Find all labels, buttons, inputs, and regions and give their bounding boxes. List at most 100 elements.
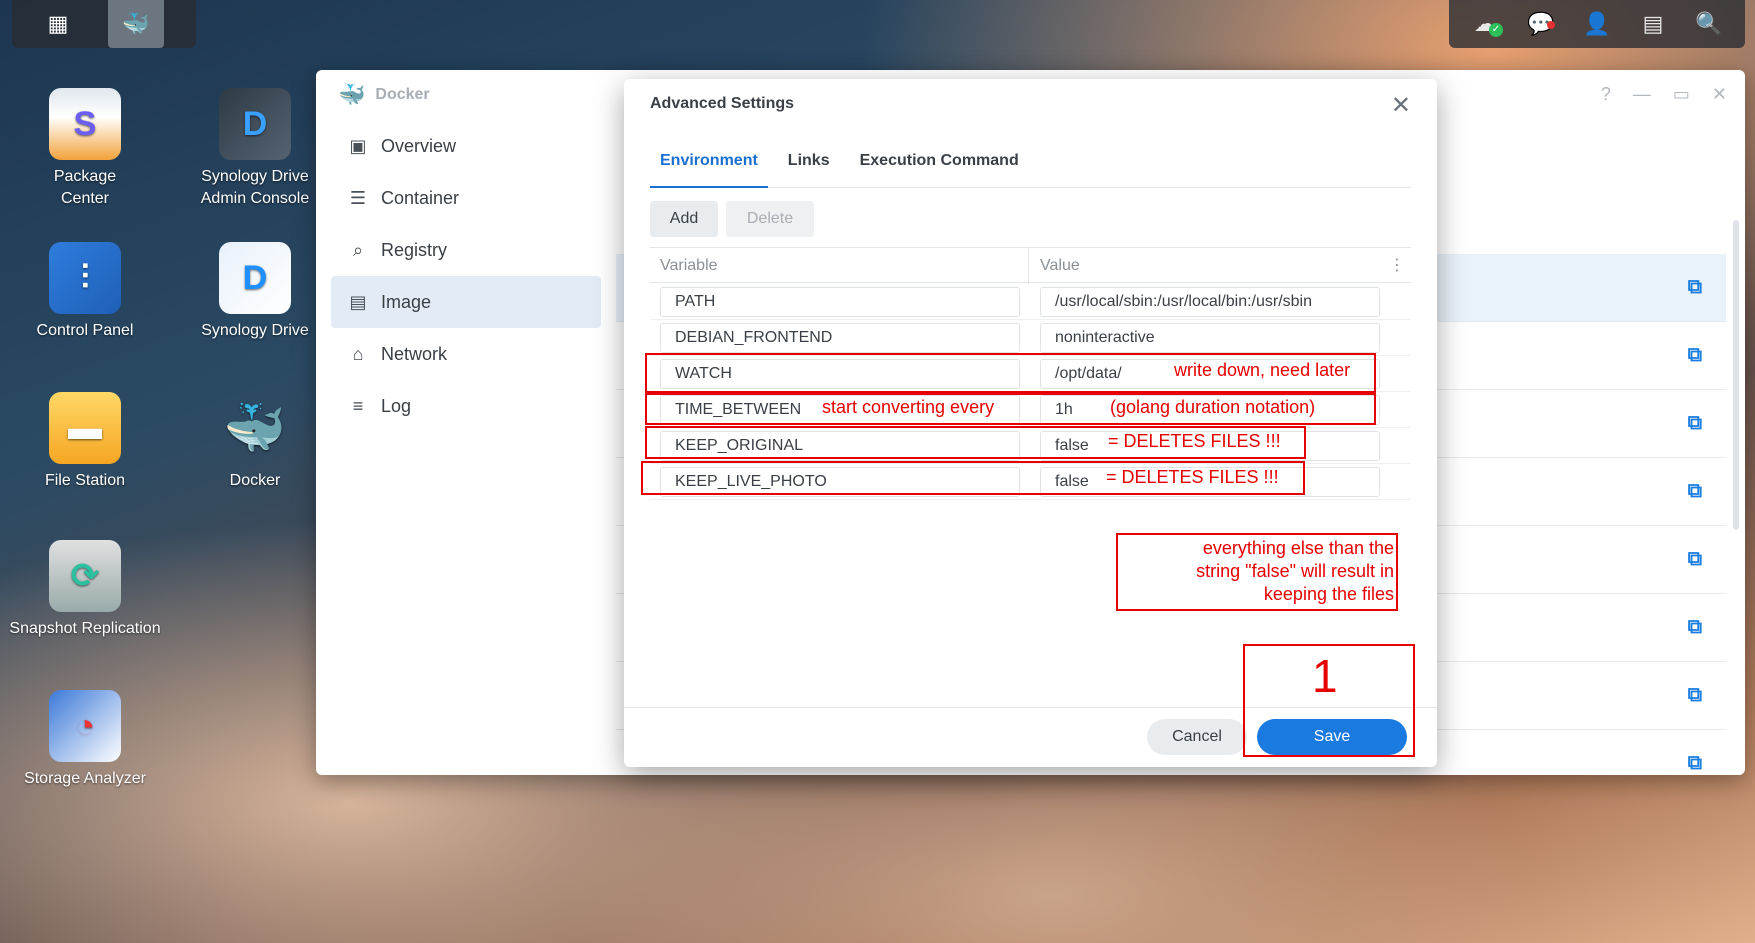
variable-field[interactable]: DEBIAN_FRONTEND xyxy=(660,323,1020,353)
desktop-icon-label: Docker xyxy=(229,472,281,489)
grid-header: Variable Value ⋮ xyxy=(650,247,1411,284)
annotation-keep-live-photo: = DELETES FILES !!! xyxy=(1106,467,1279,487)
sidebar-item-label: Overview xyxy=(381,135,457,156)
chat-icon[interactable]: 💬 xyxy=(1521,11,1561,37)
tab-environment[interactable]: Environment xyxy=(650,151,768,188)
storage-analyzer-icon: ◔ xyxy=(49,690,121,762)
docker-icon: 🐳 xyxy=(338,82,366,107)
search-icon[interactable]: 🔍 xyxy=(1689,11,1729,37)
desktop-icon-storage-analyzer[interactable]: ◔ Storage Analyzer xyxy=(10,690,160,790)
sidebar-item-container[interactable]: ☰ Container xyxy=(331,172,601,224)
desktop-icon-control-panel[interactable]: ⫶ Control Panel xyxy=(10,242,160,342)
annotation-note-line: keeping the files xyxy=(1263,584,1394,604)
annotation-note-line: string "false" will result in xyxy=(1196,561,1394,581)
external-link-icon[interactable]: ⧉ xyxy=(1688,276,1702,299)
snapshot-replication-icon: ⟳ xyxy=(49,540,121,612)
image-icon: ▤ xyxy=(349,291,367,312)
annotation-keep-original: = DELETES FILES !!! xyxy=(1108,431,1281,451)
dialog-title: Advanced Settings xyxy=(650,95,795,112)
sidebar-item-label: Container xyxy=(381,187,460,208)
desktop-icon-label: Synology Drive xyxy=(201,168,309,185)
more-options-icon[interactable]: ⋮ xyxy=(1389,255,1405,275)
desktop-icon-drive-admin[interactable]: D Synology Drive Admin Console xyxy=(180,88,330,210)
sidebar: ▣ Overview ☰ Container ⌕ Registry ▤ Imag… xyxy=(316,120,616,775)
delete-button[interactable]: Delete xyxy=(726,201,814,237)
docker-icon: 🐳 xyxy=(223,400,287,456)
desktop-icon-label: Control Panel xyxy=(36,322,134,339)
package-center-icon: S xyxy=(49,88,121,160)
desktop-icon-file-station[interactable]: ▬ File Station xyxy=(10,392,160,492)
sidebar-item-label: Log xyxy=(381,395,412,416)
annotation-time-between: start converting every xyxy=(822,397,995,417)
desktop-icon-snapshot-replication[interactable]: ⟳ Snapshot Replication xyxy=(5,540,165,640)
help-icon[interactable]: ? xyxy=(1601,84,1611,105)
minimize-icon[interactable]: — xyxy=(1633,84,1651,105)
desktop-icon-package-center[interactable]: S Package Center xyxy=(10,88,160,210)
advanced-settings-dialog: Advanced Settings ✕ Environment Links Ex… xyxy=(624,79,1437,767)
sidebar-item-overview[interactable]: ▣ Overview xyxy=(331,120,601,172)
desktop-icon-label: Admin Console xyxy=(200,190,310,207)
control-panel-icon: ⫶ xyxy=(49,242,121,314)
registry-icon: ⌕ xyxy=(352,239,364,260)
column-divider xyxy=(1028,248,1029,284)
value-field[interactable]: noninteractive xyxy=(1040,323,1380,353)
desktop-icon-label: Synology Drive xyxy=(201,322,309,339)
cloud-sync-icon[interactable]: ☁ xyxy=(1465,11,1505,37)
column-header-value: Value xyxy=(1040,257,1080,274)
log-icon: ≡ xyxy=(352,395,364,416)
cancel-button[interactable]: Cancel xyxy=(1147,719,1247,755)
user-icon[interactable]: 👤 xyxy=(1577,11,1617,37)
sidebar-item-registry[interactable]: ⌕ Registry xyxy=(331,224,601,276)
annotation-watch: write down, need later xyxy=(1174,360,1351,380)
annotation-golang-duration: (golang duration notation) xyxy=(1110,397,1316,417)
network-icon: ⌂ xyxy=(352,343,364,364)
folder-icon: ▬ xyxy=(49,392,121,464)
column-header-variable: Variable xyxy=(660,257,718,274)
sidebar-item-network[interactable]: ⌂ Network xyxy=(331,328,601,380)
external-link-icon[interactable]: ⧉ xyxy=(1688,616,1702,639)
tab-execution-command[interactable]: Execution Command xyxy=(850,151,1029,188)
window-controls: ? — ▭ ✕ xyxy=(1601,84,1727,105)
env-row: DEBIAN_FRONTEND noninteractive xyxy=(650,320,1411,356)
variable-field[interactable]: PATH xyxy=(660,287,1020,317)
desktop-icon-label: File Station xyxy=(44,472,126,489)
taskbar-left: ▦ 🐳 xyxy=(12,0,196,48)
external-link-icon[interactable]: ⧉ xyxy=(1688,480,1702,503)
external-link-icon[interactable]: ⧉ xyxy=(1688,412,1702,435)
add-button[interactable]: Add xyxy=(650,201,718,237)
drive-admin-icon: D xyxy=(219,88,291,160)
container-icon: ☰ xyxy=(349,187,367,208)
desktop-icon-docker[interactable]: 🐳 Docker xyxy=(180,392,330,492)
sidebar-item-log[interactable]: ≡ Log xyxy=(331,380,601,432)
external-link-icon[interactable]: ⧉ xyxy=(1688,344,1702,367)
scrollbar[interactable] xyxy=(1733,220,1739,530)
sidebar-item-label: Image xyxy=(381,291,432,312)
annotation-step-number: 1 xyxy=(1312,650,1338,702)
desktop-icon-synology-drive[interactable]: D Synology Drive xyxy=(180,242,330,342)
desktop-icon-label: Center xyxy=(60,190,110,207)
dialog-tabs: Environment Links Execution Command xyxy=(650,151,1411,188)
sidebar-item-image[interactable]: ▤ Image xyxy=(331,276,601,328)
main-menu-icon[interactable]: ▦ xyxy=(12,0,104,48)
tab-links[interactable]: Links xyxy=(778,151,840,188)
desktop-icon-label: Snapshot Replication xyxy=(9,620,161,637)
sidebar-item-label: Network xyxy=(381,343,448,364)
desktop-icon-label: Package xyxy=(53,168,117,185)
docker-taskbar-icon[interactable]: 🐳 xyxy=(108,0,164,48)
external-link-icon[interactable]: ⧉ xyxy=(1688,752,1702,775)
taskbar-right: ☁ 💬 👤 ▤ 🔍 xyxy=(1449,0,1745,48)
external-link-icon[interactable]: ⧉ xyxy=(1688,684,1702,707)
sidebar-item-label: Registry xyxy=(381,239,448,260)
annotation-note-line: everything else than the xyxy=(1202,538,1394,558)
widgets-icon[interactable]: ▤ xyxy=(1633,11,1673,37)
value-field[interactable]: /usr/local/sbin:/usr/local/bin:/usr/sbin xyxy=(1040,287,1380,317)
synology-drive-icon: D xyxy=(219,242,291,314)
maximize-icon[interactable]: ▭ xyxy=(1673,84,1690,105)
close-icon[interactable]: ✕ xyxy=(1712,84,1727,105)
annotation-note: everything else than the string "false" … xyxy=(1120,537,1394,606)
close-icon[interactable]: ✕ xyxy=(1391,91,1411,120)
overview-icon: ▣ xyxy=(349,135,367,156)
window-title: Docker xyxy=(375,86,430,103)
external-link-icon[interactable]: ⧉ xyxy=(1688,548,1702,571)
env-row: PATH /usr/local/sbin:/usr/local/bin:/usr… xyxy=(650,284,1411,320)
